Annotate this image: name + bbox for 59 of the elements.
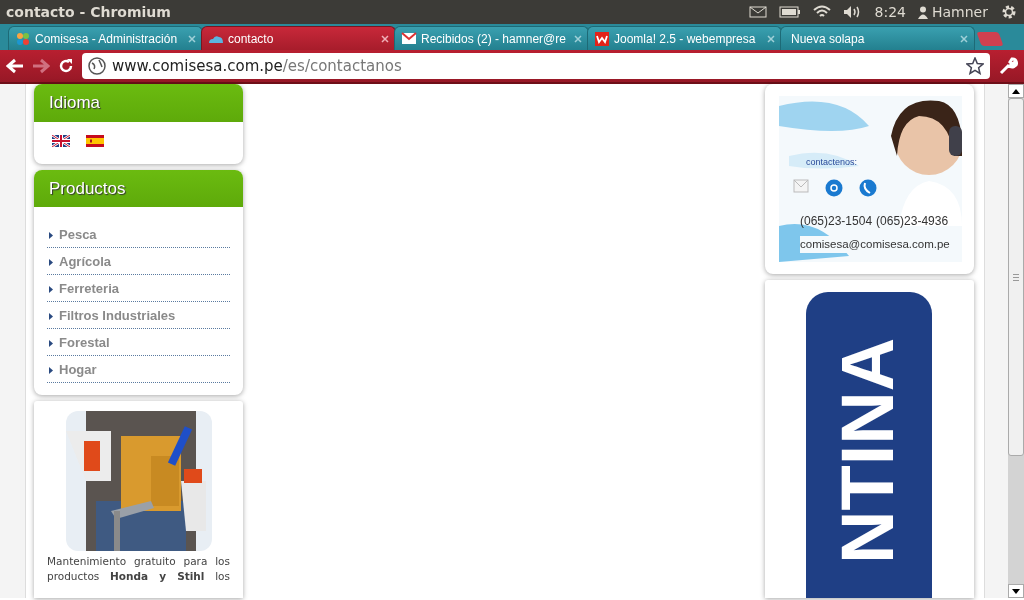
tab-title: Nueva solapa [791,30,866,48]
person-icon [918,5,928,19]
wifi-icon[interactable] [812,5,831,19]
menu-link[interactable]: Agrícola [59,254,111,270]
tab[interactable]: contacto [201,26,396,50]
tab[interactable]: Nueva solapa [780,26,975,50]
banner-text: NTINA [836,337,900,564]
triangle-icon [49,258,53,266]
reload-icon[interactable] [58,58,74,74]
clock[interactable]: 8:24 [874,1,906,23]
w-logo-icon [594,30,610,47]
joomla-icon [15,30,31,47]
tab-title: Comisesa - Administración [35,30,179,48]
back-icon[interactable] [6,58,24,74]
triangle-icon [49,366,53,374]
spain-flag-icon[interactable] [86,134,104,147]
phone-number: (065)23-1504 [800,213,873,230]
phone-number: (065)23-4936 [876,213,949,230]
panel-heading: Productos [34,169,243,207]
star-icon[interactable] [966,57,984,75]
triangle-icon [49,339,53,347]
tab-title: Joomla! 2.5 - webempresa [614,30,757,48]
down-arrow-icon [1012,588,1020,594]
envelope-icon [793,179,809,193]
scrollbar[interactable] [1008,84,1024,598]
panel-heading: Idioma [34,84,243,122]
up-arrow-icon [1012,88,1020,94]
scroll-up-button[interactable] [1008,84,1024,98]
battery-icon[interactable] [778,6,801,18]
menu-link[interactable]: Ferreteria [59,281,119,297]
email-address: comisesa@comisesa.com.pe [800,236,950,254]
grip-icon [1013,273,1019,281]
tab[interactable]: Recibidos (2) - hamner@re [394,26,589,50]
user-menu[interactable]: Hamner [918,1,988,23]
promo-text: Mantenimiento gratuito para los productos Honda y Stihl los [46,554,231,584]
globe-icon [88,57,106,75]
uk-flag-icon[interactable] [52,134,70,147]
tab-title: Recibidos (2) - hamner@re [421,30,567,48]
scroll-thumb[interactable] [1008,98,1024,456]
close-icon[interactable] [381,34,389,43]
menu-link[interactable]: Hogar [59,362,97,378]
url-text: www.comisesa.com.pe/es/contactanos [112,55,402,77]
tab-title: contacto [228,30,275,48]
gear-icon[interactable] [1000,3,1018,21]
mail-icon [401,30,417,47]
triangle-icon [49,231,53,239]
triangle-icon [49,312,53,320]
tab[interactable]: Joomla! 2.5 - webempresa [587,26,782,50]
banner-heading: contactenos: [806,156,858,169]
mail-icon[interactable] [748,6,767,18]
address-bar[interactable]: www.comisesa.com.pe/es/contactanos [82,53,990,79]
menu-link[interactable]: Filtros Industriales [59,308,176,324]
window-title: contacto - Chromium [6,2,171,22]
triangle-icon [49,285,53,293]
phone-icon [859,179,877,197]
menu-link[interactable]: Pesca [59,227,97,243]
menu-link[interactable]: Forestal [59,335,110,351]
scroll-down-button[interactable] [1008,584,1024,598]
tab[interactable]: Comisesa - Administración [8,26,203,50]
